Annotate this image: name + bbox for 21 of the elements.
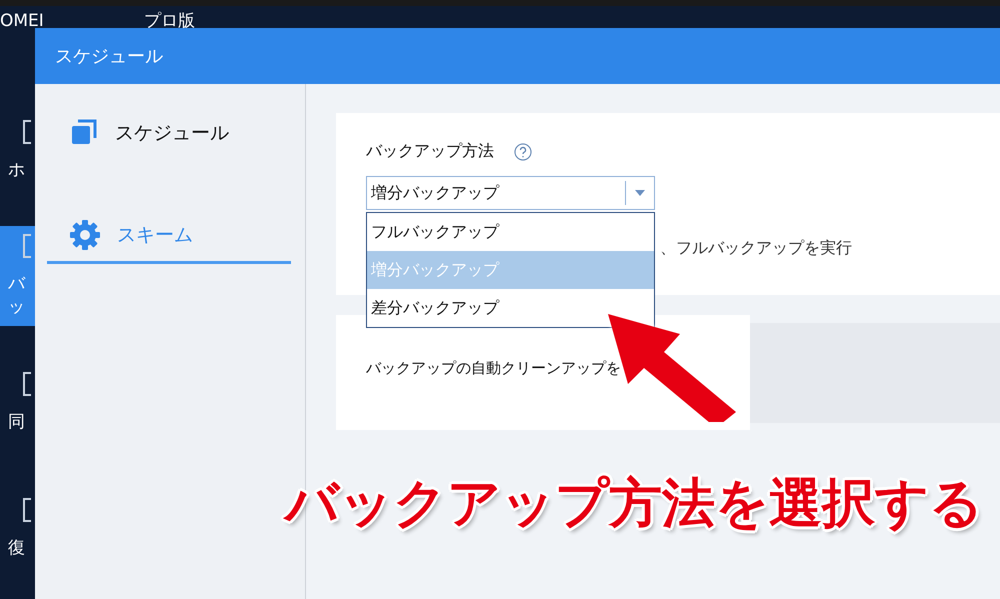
dropdown-option[interactable]: フルバックアップ [367, 213, 654, 251]
help-icon[interactable] [514, 142, 532, 160]
nav-item[interactable]: 復 [0, 478, 40, 578]
description-text: 、フルバックアップを実行 [660, 238, 852, 259]
app-title: OMEI [0, 10, 44, 28]
backup-method-label: バックアップ方法 [366, 141, 494, 162]
backup-method-dropdown[interactable]: 増分バックアップ [366, 176, 655, 210]
bracket-icon [22, 234, 32, 258]
dialog-title: スケジュール [55, 45, 163, 68]
sidebar-item[interactable]: スケジュール [47, 118, 291, 161]
annotation-text: バックアップ方法を選択する [285, 472, 983, 536]
app-title-suffix: プロ版 [144, 10, 195, 28]
bracket-icon [22, 498, 32, 522]
bracket-icon [22, 120, 32, 144]
cleanup-label: バックアップの自動クリーンアップを [366, 359, 621, 377]
bracket-icon [22, 372, 32, 396]
nav-item[interactable]: 同 [0, 352, 40, 452]
caret-icon [634, 189, 646, 197]
dropdown-option[interactable]: 差分バックアップ [367, 289, 654, 327]
nav-item[interactable]: ホ [0, 100, 40, 200]
gear-icon [69, 219, 101, 251]
